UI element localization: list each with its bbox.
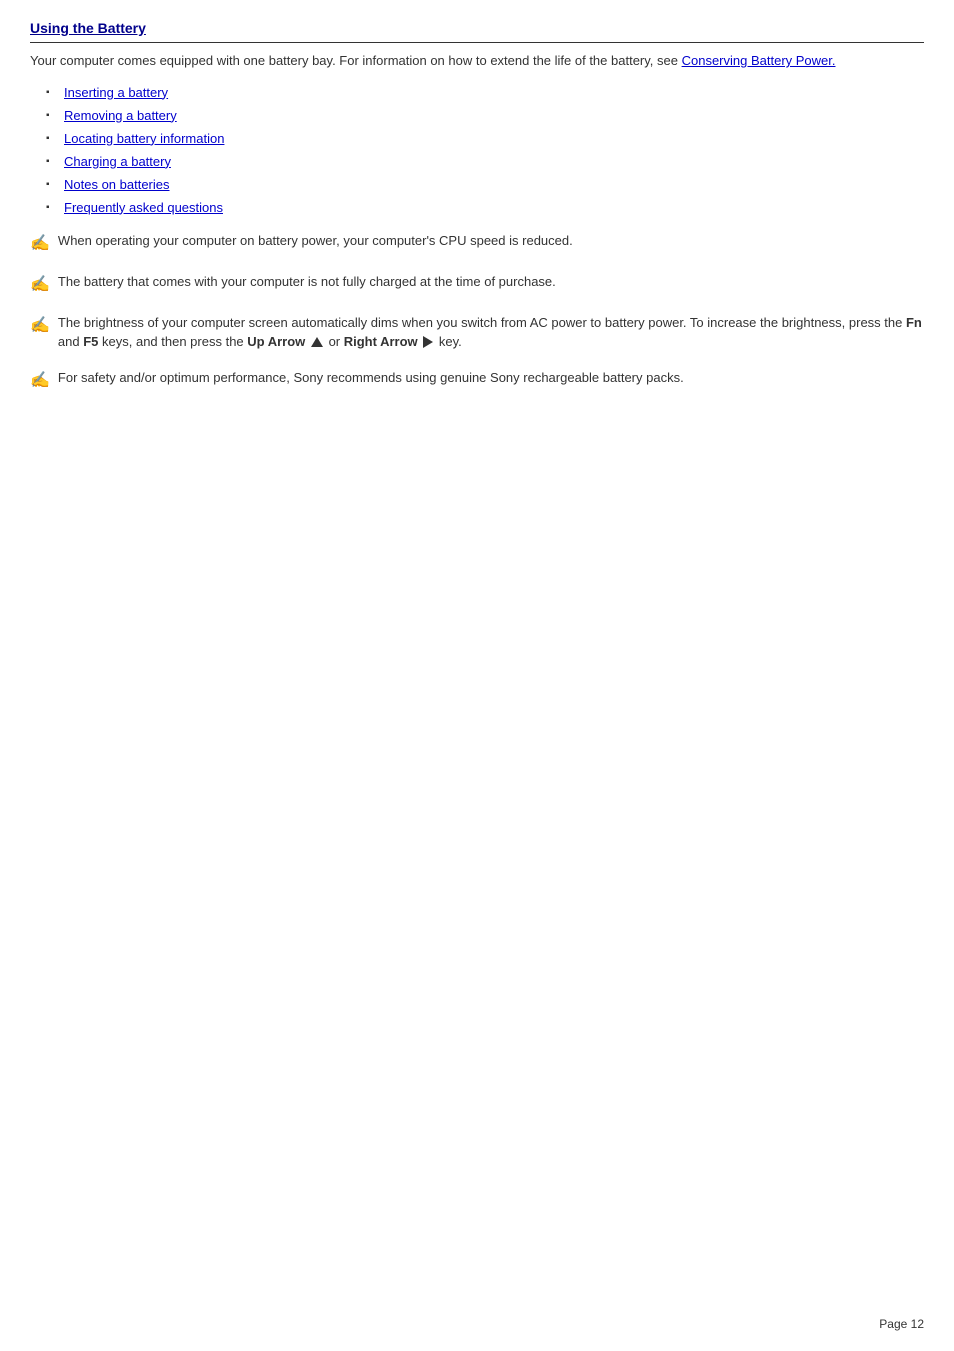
up-arrow-icon (311, 337, 323, 347)
right-arrow-icon (423, 336, 433, 348)
note3-text-mid2: keys, and then press the (98, 334, 247, 349)
list-item: Inserting a battery (50, 85, 924, 100)
note3-text-mid1: and (58, 334, 83, 349)
page-title: Using the Battery (30, 20, 924, 43)
conserving-battery-link[interactable]: Conserving Battery Power. (682, 53, 836, 68)
note3-text-end: key. (435, 334, 462, 349)
note-3: ✍ The brightness of your computer screen… (30, 313, 924, 352)
right-arrow-label: Right Arrow (344, 334, 418, 349)
locating-battery-link[interactable]: Locating battery information (64, 131, 224, 146)
note3-text-mid3: or (329, 334, 344, 349)
note3-text-before: The brightness of your computer screen a… (58, 315, 906, 330)
up-arrow-label: Up Arrow (247, 334, 305, 349)
note-icon-2: ✍ (30, 273, 50, 297)
note-text-2: The battery that comes with your compute… (58, 272, 556, 292)
note-text-3: The brightness of your computer screen a… (58, 313, 924, 352)
charging-battery-link[interactable]: Charging a battery (64, 154, 171, 169)
note-icon-4: ✍ (30, 369, 50, 393)
list-item: Frequently asked questions (50, 200, 924, 215)
note-text-1: When operating your computer on battery … (58, 231, 573, 251)
faq-link[interactable]: Frequently asked questions (64, 200, 223, 215)
notes-on-batteries-link[interactable]: Notes on batteries (64, 177, 170, 192)
fn-key: Fn (906, 315, 922, 330)
intro-text: Your computer comes equipped with one ba… (30, 53, 682, 68)
inserting-battery-link[interactable]: Inserting a battery (64, 85, 168, 100)
f5-key: F5 (83, 334, 98, 349)
list-item: Charging a battery (50, 154, 924, 169)
topic-list: Inserting a battery Removing a battery L… (50, 85, 924, 215)
removing-battery-link[interactable]: Removing a battery (64, 108, 177, 123)
page-number: Page 12 (879, 1317, 924, 1331)
note-1: ✍ When operating your computer on batter… (30, 231, 924, 256)
intro-paragraph: Your computer comes equipped with one ba… (30, 51, 924, 71)
list-item: Removing a battery (50, 108, 924, 123)
note-4: ✍ For safety and/or optimum performance,… (30, 368, 924, 393)
note-2: ✍ The battery that comes with your compu… (30, 272, 924, 297)
note-icon-1: ✍ (30, 232, 50, 256)
list-item: Notes on batteries (50, 177, 924, 192)
list-item: Locating battery information (50, 131, 924, 146)
note-icon-3: ✍ (30, 314, 50, 338)
note-text-4: For safety and/or optimum performance, S… (58, 368, 684, 388)
